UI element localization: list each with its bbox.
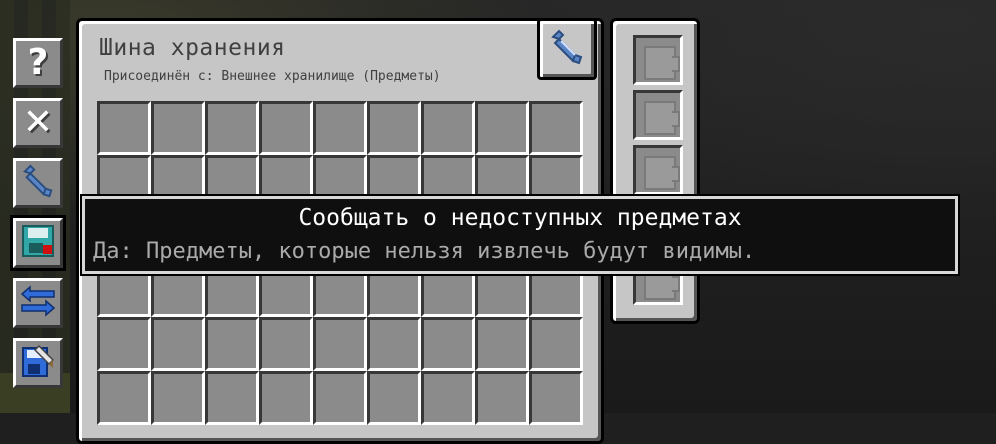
filter-slot[interactable]: [97, 101, 151, 155]
upgrade-card-icon: [644, 156, 680, 190]
filter-slot[interactable]: [529, 371, 583, 425]
upgrade-card-icon: [644, 46, 680, 80]
filter-slot[interactable]: [259, 317, 313, 371]
report-unavailable-button[interactable]: [10, 215, 66, 271]
filter-slot[interactable]: [151, 371, 205, 425]
upgrade-slot[interactable]: [633, 145, 683, 195]
filter-slot[interactable]: [313, 371, 367, 425]
filter-slot[interactable]: [367, 317, 421, 371]
wrench-icon: [19, 162, 57, 204]
filter-slot[interactable]: [313, 317, 367, 371]
question-mark-icon: ?: [27, 42, 49, 83]
filter-slot[interactable]: [313, 101, 367, 155]
transfer-direction-button[interactable]: [13, 278, 63, 328]
filter-slot[interactable]: [205, 317, 259, 371]
filter-slot[interactable]: [205, 371, 259, 425]
wrench-button[interactable]: [13, 158, 63, 208]
save-config-button[interactable]: [13, 338, 63, 388]
close-icon: ✕: [22, 102, 54, 143]
filter-slot[interactable]: [151, 101, 205, 155]
filter-slot[interactable]: [475, 101, 529, 155]
tooltip-title: Сообщать о недоступных предметах: [298, 205, 742, 231]
floppy-disk-red-icon: [20, 223, 56, 263]
help-button[interactable]: ?: [13, 38, 63, 88]
filter-slot[interactable]: [205, 101, 259, 155]
filter-slot[interactable]: [421, 371, 475, 425]
filter-slot[interactable]: [529, 101, 583, 155]
blue-arrows-icon: [18, 281, 58, 325]
filter-slot[interactable]: [421, 101, 475, 155]
filter-slot[interactable]: [421, 317, 475, 371]
wrench-icon: [547, 27, 587, 71]
filter-slot[interactable]: [259, 371, 313, 425]
upgrade-card-icon: [644, 101, 680, 135]
tooltip: Сообщать о недоступных предметах Да: Пре…: [80, 194, 960, 276]
filter-slot[interactable]: [97, 317, 151, 371]
upgrade-slot[interactable]: [633, 90, 683, 140]
clear-button[interactable]: ✕: [13, 98, 63, 148]
filter-slot[interactable]: [529, 317, 583, 371]
upgrade-slot[interactable]: [633, 35, 683, 85]
filter-slot[interactable]: [367, 371, 421, 425]
filter-slot[interactable]: [151, 317, 205, 371]
priority-tab[interactable]: [537, 18, 597, 80]
panel-title: Шина хранения: [99, 35, 286, 61]
upgrade-panel: [610, 18, 700, 324]
tooltip-description: Да: Предметы, которые нельзя извлечь буд…: [93, 239, 756, 264]
filter-slot[interactable]: [367, 101, 421, 155]
filter-slot[interactable]: [475, 317, 529, 371]
connection-subtitle: Присоединён с: Внешнее хранилище (Предме…: [104, 69, 441, 84]
filter-slot[interactable]: [475, 371, 529, 425]
floppy-disk-pen-icon: [19, 342, 57, 384]
filter-slot[interactable]: [97, 371, 151, 425]
filter-slot[interactable]: [259, 101, 313, 155]
